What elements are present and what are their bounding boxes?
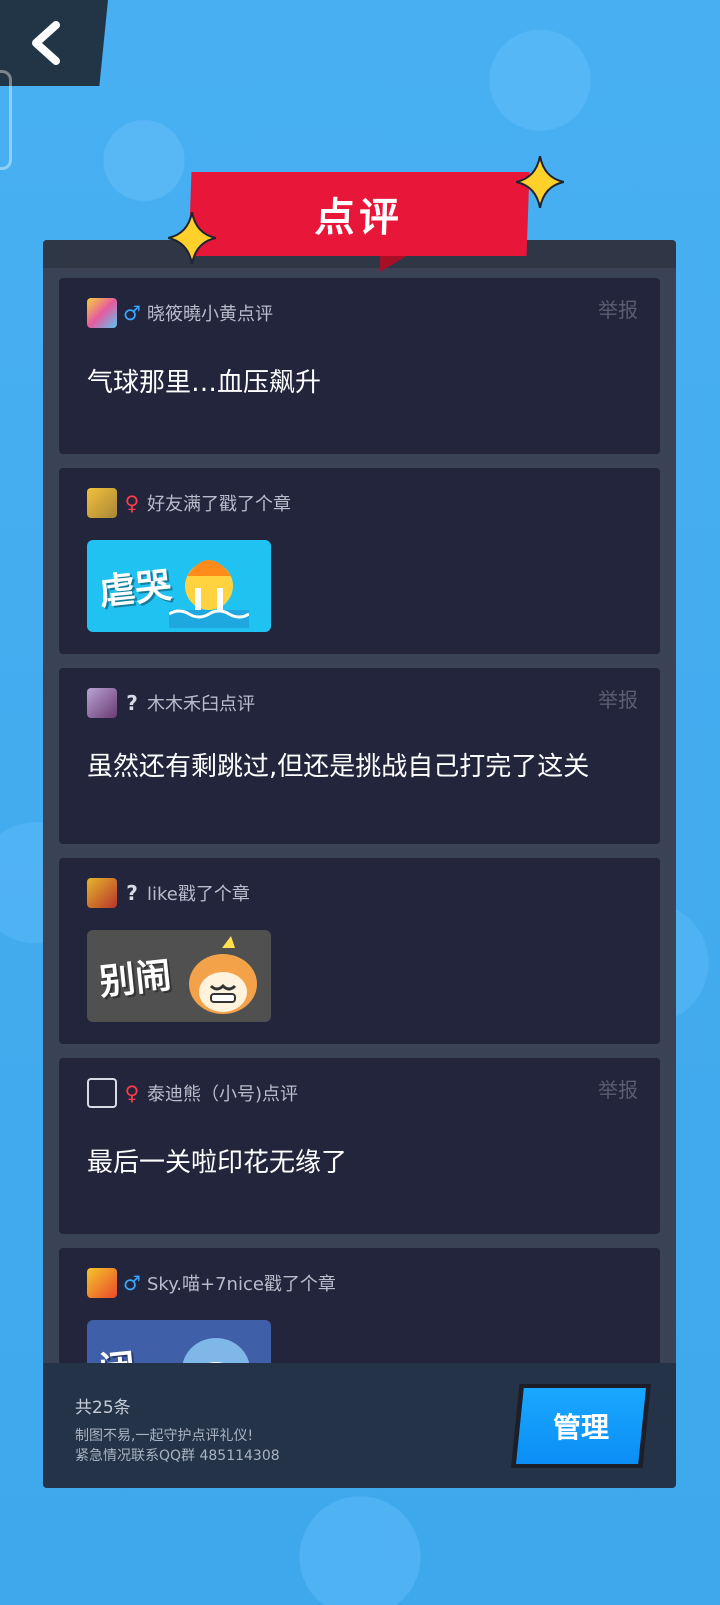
chevron-left-icon: [32, 21, 60, 65]
avatar[interactable]: [87, 688, 117, 718]
comment-author-line: like戳了个章: [147, 884, 250, 905]
comment-author-line: 木木禾臼点评: [147, 694, 255, 715]
avatar[interactable]: [87, 1078, 117, 1108]
gender-icon: ♀: [124, 1081, 140, 1105]
comment-card: ? 木木禾臼点评 举报 虽然还有剩跳过,但还是挑战自己打完了这关: [59, 668, 660, 844]
comment-author-line: 好友满了戳了个章: [147, 494, 291, 515]
comment-author-line: 晓筱曉小黄点评: [147, 304, 273, 325]
comment-text: 气球那里…血压飙升: [87, 368, 322, 398]
side-tab-handle: [0, 70, 12, 170]
manage-button[interactable]: 管理: [511, 1384, 651, 1468]
comment-card: ♂ 晓筱曉小黄点评 举报 气球那里…血压飙升: [59, 278, 660, 454]
avatar[interactable]: [87, 878, 117, 908]
sticker-label: 闭: [96, 1338, 137, 1363]
sparkle-star-icon: [168, 212, 216, 264]
bunny-character-icon: [182, 1338, 250, 1363]
comment-author-line: 泰迪熊（小号)点评: [147, 1084, 299, 1105]
comment-card: ? like戳了个章 别闹: [59, 858, 660, 1044]
crying-character-icon: [169, 560, 249, 628]
comment-header: ♀ 好友满了戳了个章: [87, 488, 632, 518]
comment-header: ♂ 晓筱曉小黄点评: [87, 298, 632, 328]
comment-header: ♀ 泰迪熊（小号)点评: [87, 1078, 632, 1108]
comment-card: ♂ Sky.喵+7nice戳了个章 闭: [59, 1248, 660, 1363]
gender-icon: ♂: [123, 1271, 141, 1295]
gender-icon: ♂: [123, 301, 141, 325]
sticker-label: 虐哭: [97, 565, 174, 614]
avatar[interactable]: [87, 1268, 117, 1298]
gender-icon: ♀: [124, 491, 140, 515]
report-button[interactable]: 举报: [598, 294, 638, 323]
report-button[interactable]: 举报: [598, 684, 638, 713]
gender-icon: ?: [126, 691, 138, 715]
gender-icon: ?: [126, 881, 138, 905]
comment-header: ? 木木禾臼点评: [87, 688, 632, 718]
stamp-sticker: 虐哭: [87, 540, 271, 632]
manage-button-label: 管理: [516, 1388, 646, 1464]
stamp-sticker: 别闹: [87, 930, 271, 1022]
page-title: 点评: [314, 195, 404, 241]
shiba-dog-icon: [189, 936, 257, 1014]
comment-header: ? like戳了个章: [87, 878, 632, 908]
report-button[interactable]: 举报: [598, 1074, 638, 1103]
comment-header: ♂ Sky.喵+7nice戳了个章: [87, 1268, 632, 1298]
title-banner: 点评: [188, 172, 530, 256]
panel-footer: 共25条 制图不易,一起守护点评礼仪! 紧急情况联系QQ群 485114308 …: [43, 1363, 676, 1488]
comment-list[interactable]: ♂ 晓筱曉小黄点评 举报 气球那里…血压飙升 ♀ 好友满了戳了个章 虐哭 ? 木…: [43, 278, 676, 1363]
back-button[interactable]: [0, 0, 108, 86]
comment-text: 虽然还有剩跳过,但还是挑战自己打完了这关: [87, 752, 590, 782]
sparkle-star-icon: [516, 156, 564, 208]
title-banner-tail: [380, 254, 410, 272]
comment-card: ♀ 泰迪熊（小号)点评 举报 最后一关啦印花无缘了: [59, 1058, 660, 1234]
comment-card: ♀ 好友满了戳了个章 虐哭: [59, 468, 660, 654]
stamp-sticker: 闭: [87, 1320, 271, 1363]
sticker-label: 别闹: [97, 955, 174, 1004]
avatar[interactable]: [87, 298, 117, 328]
comment-author-line: Sky.喵+7nice戳了个章: [147, 1274, 336, 1295]
avatar[interactable]: [87, 488, 117, 518]
comment-text: 最后一关啦印花无缘了: [87, 1148, 348, 1178]
comments-panel: ♂ 晓筱曉小黄点评 举报 气球那里…血压飙升 ♀ 好友满了戳了个章 虐哭 ? 木…: [43, 240, 676, 1488]
